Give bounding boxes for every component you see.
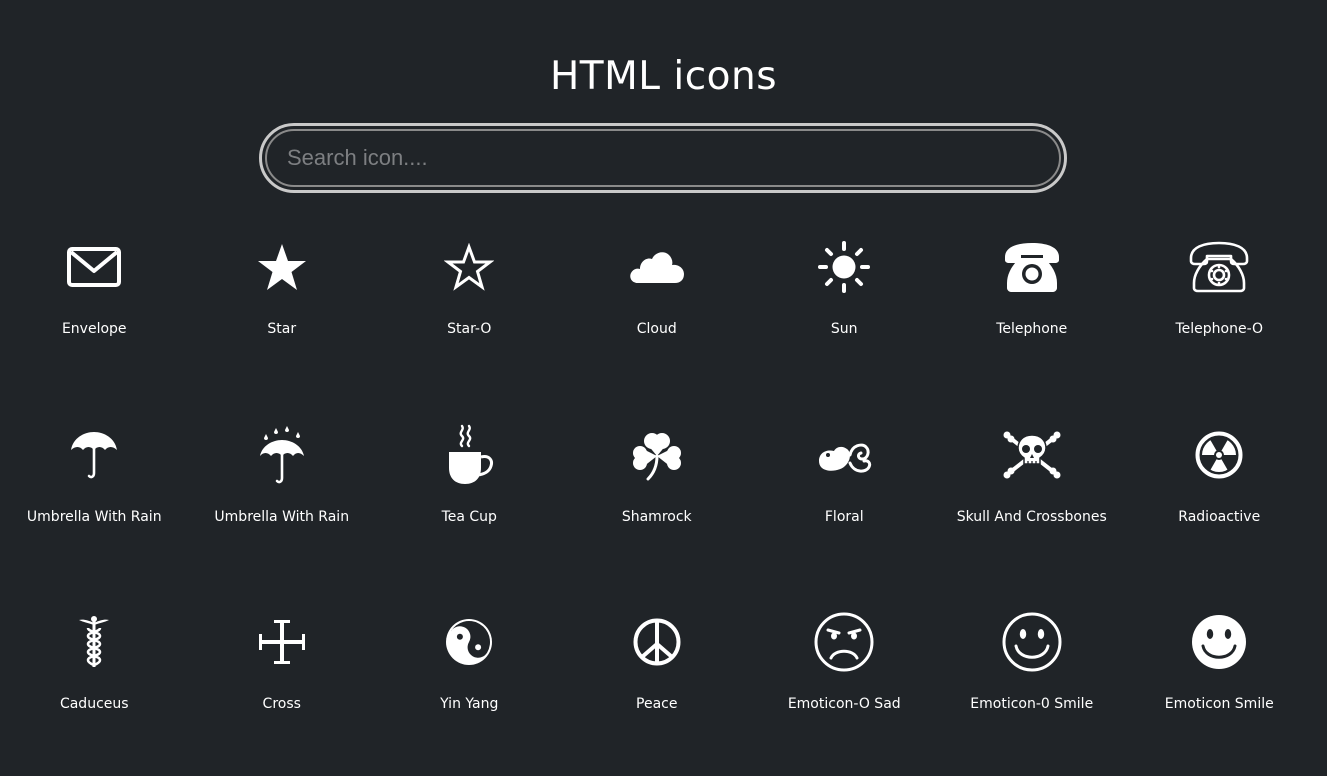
icon-grid: Envelope Star Star-O Cloud Sun Telephone… xyxy=(0,225,1327,776)
icon-label: Caduceus xyxy=(59,696,129,712)
icon-tile[interactable]: Shamrock xyxy=(563,413,751,601)
caduceus-icon xyxy=(62,610,126,674)
icon-tile[interactable]: Emoticon Smile xyxy=(1126,600,1314,776)
radioactive-icon xyxy=(1187,423,1251,487)
icon-tile[interactable]: Emoticon-O Sad xyxy=(751,600,939,776)
icon-tile[interactable]: Cloud xyxy=(563,225,751,413)
star-icon xyxy=(250,235,314,299)
icon-tile[interactable]: Radioactive xyxy=(1126,413,1314,601)
umbrella-icon xyxy=(62,423,126,487)
cloud-icon xyxy=(625,235,689,299)
icon-label: Emoticon-0 Smile xyxy=(970,696,1094,712)
telephone-outline-icon xyxy=(1187,235,1251,299)
icon-tile[interactable]: Sun xyxy=(751,225,939,413)
icon-tile[interactable]: Telephone-O xyxy=(1126,225,1314,413)
icon-tile[interactable]: Envelope xyxy=(1,225,189,413)
icon-label: Star-O xyxy=(447,321,492,337)
icon-label: Tea Cup xyxy=(441,508,497,525)
icon-label: Star xyxy=(267,321,297,337)
emoticon-smile-outline-icon xyxy=(1000,610,1064,674)
icon-tile[interactable]: Star xyxy=(188,225,376,413)
icon-tile[interactable]: Tea Cup xyxy=(376,413,564,601)
emoticon-sad-outline-icon xyxy=(812,610,876,674)
icon-tile[interactable]: Umbrella With Rain xyxy=(188,413,376,601)
icon-label: Floral xyxy=(824,508,864,525)
icon-label: Telephone-O xyxy=(1175,321,1264,337)
icon-label: Shamrock xyxy=(621,508,692,525)
icon-tile[interactable]: Peace xyxy=(563,600,751,776)
icon-label: Telephone xyxy=(996,321,1068,337)
icon-label: Sun xyxy=(830,321,858,337)
icon-label: Emoticon Smile xyxy=(1164,696,1274,712)
peace-icon xyxy=(625,610,689,674)
shamrock-icon xyxy=(625,423,689,487)
icon-label: Emoticon-O Sad xyxy=(787,696,901,712)
icon-tile[interactable]: Cross xyxy=(188,600,376,776)
icon-label: Umbrella With Rain xyxy=(26,508,162,525)
sun-icon xyxy=(812,235,876,299)
telephone-icon xyxy=(1000,235,1064,299)
icon-label: Cross xyxy=(262,696,301,712)
icon-tile[interactable]: Caduceus xyxy=(1,600,189,776)
yin-yang-icon xyxy=(437,610,501,674)
umbrella-rain-icon xyxy=(250,423,314,487)
icon-label: Skull And Crossbones xyxy=(956,508,1107,525)
icon-gallery-page: HTML icons Envelope Star xyxy=(0,0,1327,776)
cross-icon xyxy=(250,610,314,674)
floral-icon xyxy=(812,423,876,487)
icon-tile[interactable]: Telephone xyxy=(938,225,1126,413)
icon-tile[interactable]: Emoticon-0 Smile xyxy=(938,600,1126,776)
icon-label: Cloud xyxy=(636,321,677,337)
star-outline-icon xyxy=(437,235,501,299)
search-box xyxy=(259,123,1067,193)
icon-tile[interactable]: Star-O xyxy=(376,225,564,413)
page-title: HTML icons xyxy=(549,54,778,99)
icon-tile[interactable]: Yin Yang xyxy=(376,600,564,776)
icon-tile[interactable]: Skull And Crossbones xyxy=(938,413,1126,601)
icon-tile[interactable]: Floral xyxy=(751,413,939,601)
icon-tile[interactable]: Umbrella With Rain xyxy=(1,413,189,601)
skull-crossbones-icon xyxy=(1000,423,1064,487)
envelope-icon xyxy=(62,235,126,299)
icon-label: Envelope xyxy=(61,321,127,337)
icon-label: Radioactive xyxy=(1178,508,1261,525)
icon-label: Yin Yang xyxy=(440,696,499,712)
tea-cup-icon xyxy=(437,423,501,487)
icon-label: Umbrella With Rain xyxy=(214,508,350,525)
emoticon-smile-icon xyxy=(1187,610,1251,674)
search-input[interactable] xyxy=(265,129,1061,187)
icon-label: Peace xyxy=(636,696,678,712)
